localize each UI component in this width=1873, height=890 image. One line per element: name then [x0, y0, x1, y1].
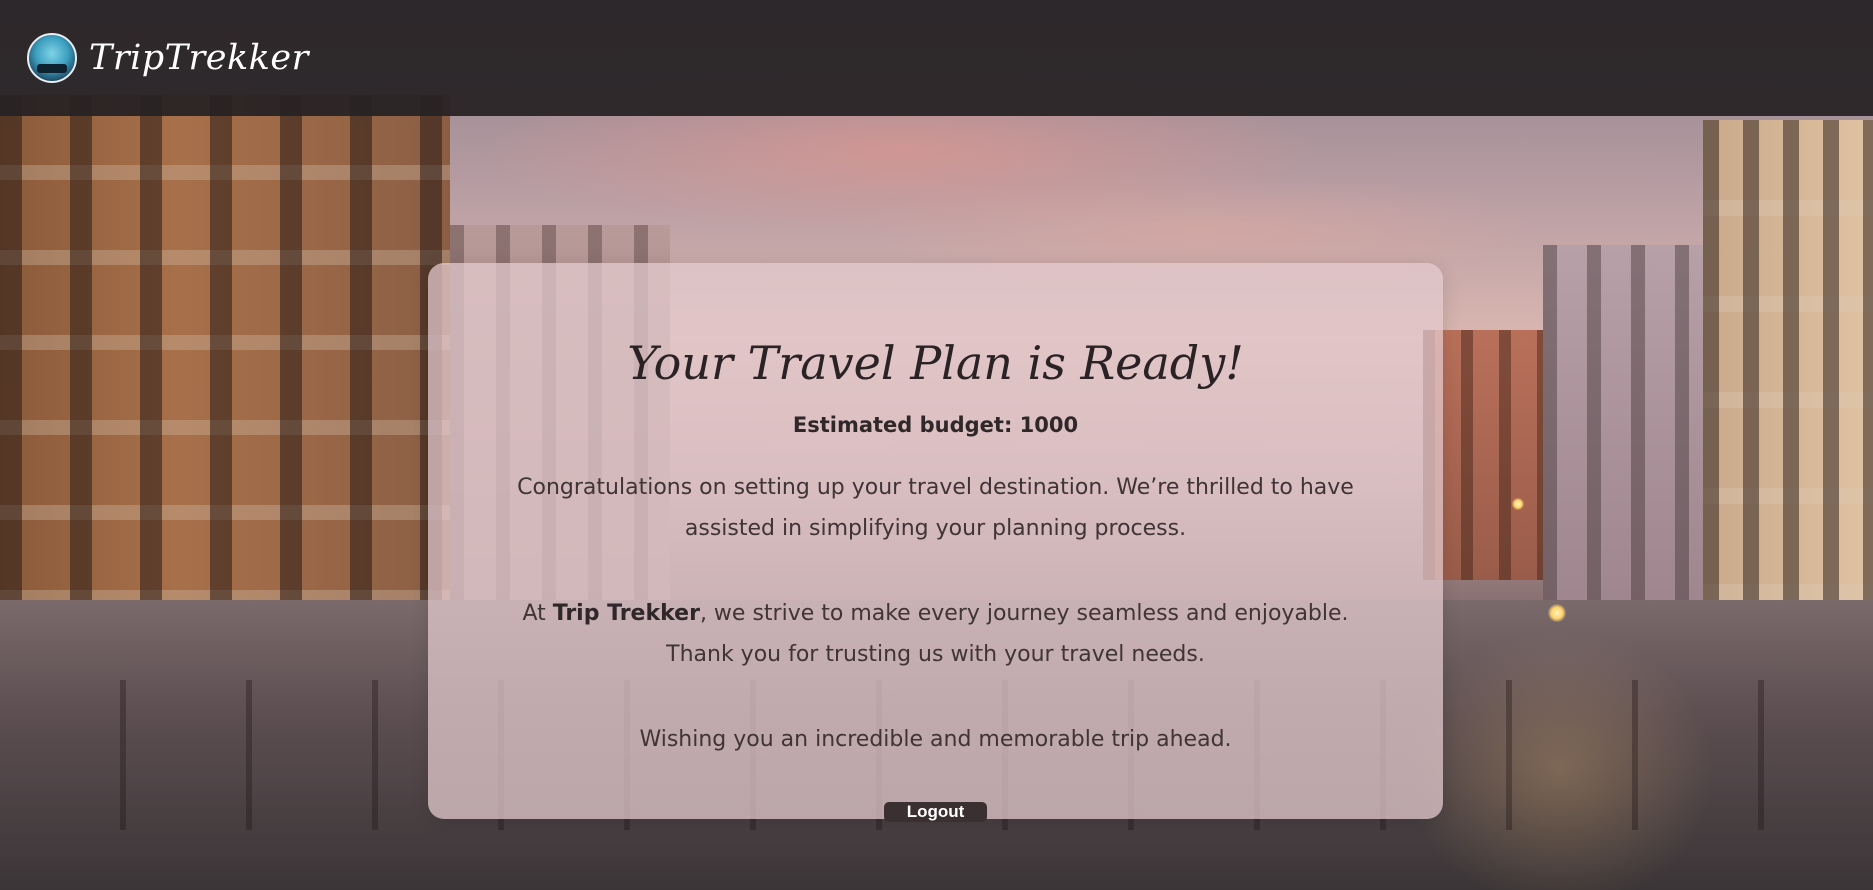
background-lamp: [1548, 604, 1566, 622]
page: TripTrekker Your Travel Plan is Ready! E…: [0, 0, 1873, 890]
brand[interactable]: TripTrekker: [27, 33, 309, 83]
trip-trekker-logo-icon: [27, 33, 77, 83]
estimated-budget: Estimated budget: 1000: [792, 412, 1079, 437]
logout-button[interactable]: Logout: [884, 801, 987, 822]
congratulations-message: Congratulations on setting up your trave…: [517, 474, 1354, 541]
farewell-message: Wishing you an incredible and memorable …: [639, 726, 1232, 752]
background-lamp: [1512, 498, 1524, 510]
top-navbar: TripTrekker: [0, 0, 1873, 116]
brand-message-prefix: At: [522, 600, 553, 626]
brand-message: At Trip Trekker, we strive to make every…: [486, 593, 1386, 675]
brand-message-brand: Trip Trekker: [552, 600, 700, 626]
brand-message-suffix: , we strive to make every journey seamle…: [666, 600, 1349, 667]
brand-name: TripTrekker: [89, 38, 309, 78]
travel-plan-card: Your Travel Plan is Ready! Estimated bud…: [428, 263, 1443, 822]
page-title: Your Travel Plan is Ready!: [627, 336, 1244, 390]
